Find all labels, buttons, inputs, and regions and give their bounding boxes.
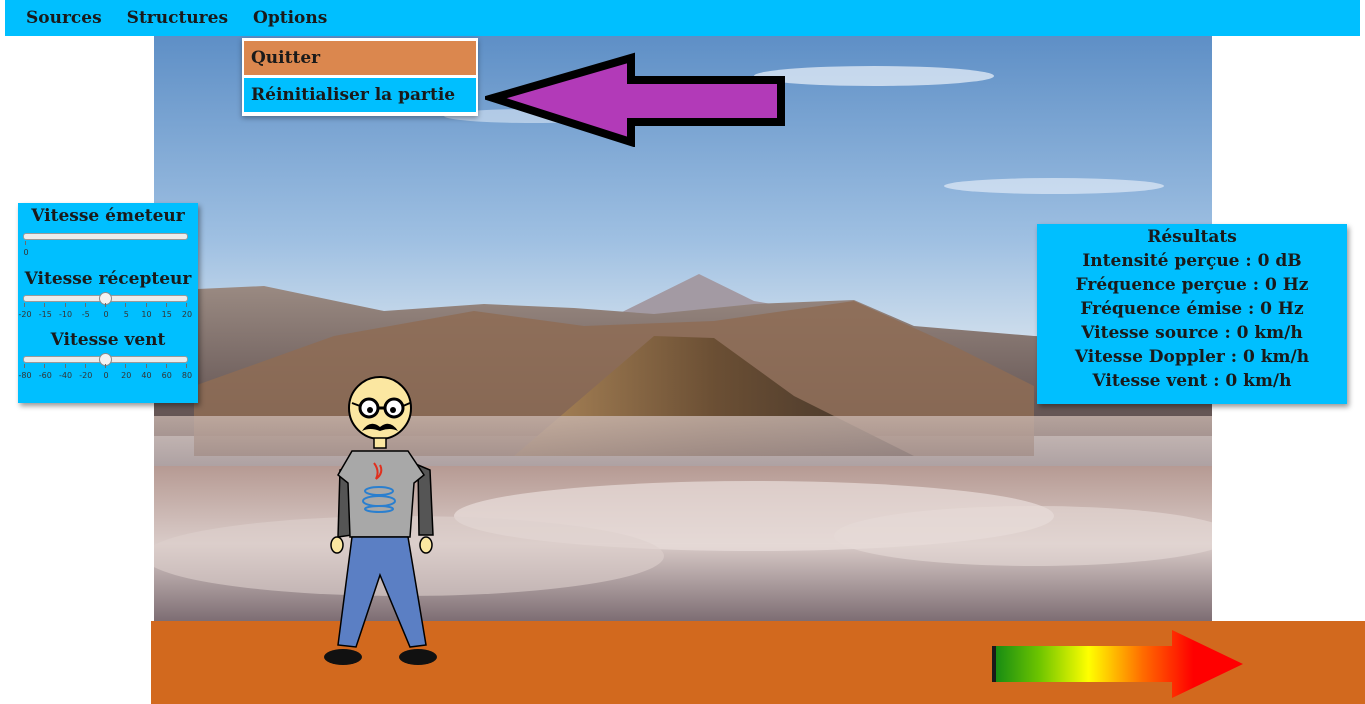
tick	[84, 303, 86, 307]
tick	[105, 364, 106, 368]
tick	[165, 364, 167, 368]
result-emitted-frequency: Fréquence émise : 0 Hz	[1080, 299, 1304, 319]
tick-label: -5	[81, 310, 90, 319]
tick	[186, 364, 187, 368]
tick-label: 5	[123, 310, 129, 319]
wind-speed-ticks: -80 -60 -40 -20 0 20 40 60 80	[18, 364, 198, 384]
tick	[145, 364, 147, 368]
purple-arrow-icon	[485, 52, 785, 147]
tick	[24, 364, 25, 368]
tick	[64, 364, 66, 368]
receiver-speed-slider[interactable]	[23, 292, 188, 305]
tick-label: 20	[181, 310, 193, 319]
gradient-arrow-icon	[992, 630, 1243, 698]
result-perceived-frequency: Fréquence perçue : 0 Hz	[1075, 275, 1309, 295]
tick	[186, 303, 187, 307]
tick	[145, 303, 147, 307]
tick	[24, 303, 25, 307]
tick-label: 40	[141, 371, 152, 380]
wind-speed-slider[interactable]	[23, 353, 188, 366]
tick	[44, 364, 46, 368]
menu-item-quit[interactable]: Quitter	[244, 41, 476, 75]
result-source-speed: Vitesse source : 0 km/h	[1081, 323, 1303, 343]
emitter-speed-label: Vitesse émeteur	[31, 206, 185, 226]
menu-structures[interactable]: Structures	[127, 8, 228, 28]
tick-label: -80	[18, 371, 32, 380]
receiver-speed-label: Vitesse récepteur	[24, 269, 192, 289]
results-title: Résultats	[1147, 227, 1237, 247]
menu-item-reset-game[interactable]: Réinitialiser la partie	[244, 78, 476, 112]
tick-label: -60	[38, 371, 52, 380]
emitter-speed-slider[interactable]	[23, 233, 188, 240]
tick	[25, 241, 26, 245]
tick-label: 80	[181, 371, 193, 380]
menu-options[interactable]: Options	[253, 8, 327, 28]
tick-label: -15	[38, 310, 52, 319]
result-intensity: Intensité perçue : 0 dB	[1082, 251, 1302, 271]
character-icon[interactable]	[318, 375, 443, 671]
wind-speed-label: Vitesse vent	[50, 330, 166, 350]
tick-label: -20	[18, 310, 32, 319]
result-doppler-speed: Vitesse Doppler : 0 km/h	[1074, 347, 1310, 367]
tick-label: 0	[103, 371, 109, 380]
result-wind-speed: Vitesse vent : 0 km/h	[1092, 371, 1292, 391]
tick	[64, 303, 66, 307]
receiver-speed-ticks: -20 -15 -10 -5 0 5 10 15 20	[18, 303, 198, 323]
emitter-speed-ticks: 0	[18, 241, 198, 261]
tick-label: 0	[23, 248, 29, 257]
tick	[84, 364, 86, 368]
tick-label: 10	[141, 310, 152, 319]
speed-sliders-panel: Vitesse émeteur 0 Vitesse récepteur -20-…	[18, 203, 198, 403]
tick	[125, 364, 127, 368]
tick	[165, 303, 167, 307]
tick-label: 15	[161, 310, 172, 319]
tick-label: -10	[58, 310, 73, 319]
tick-label: 60	[161, 371, 172, 380]
tick	[105, 303, 106, 307]
tick-label: -40	[58, 371, 73, 380]
tick-label: 0	[103, 310, 109, 319]
options-dropdown: Quitter Réinitialiser la partie	[242, 38, 478, 116]
tick-label: 20	[121, 371, 132, 380]
menu-sources[interactable]: Sources	[26, 8, 102, 28]
menu-bar: Sources Structures Options	[5, 0, 1360, 36]
results-panel: Résultats Intensité perçue : 0 dB Fréque…	[1037, 224, 1347, 404]
tick	[125, 303, 127, 307]
tick	[44, 303, 46, 307]
tick-label: -20	[79, 371, 93, 380]
